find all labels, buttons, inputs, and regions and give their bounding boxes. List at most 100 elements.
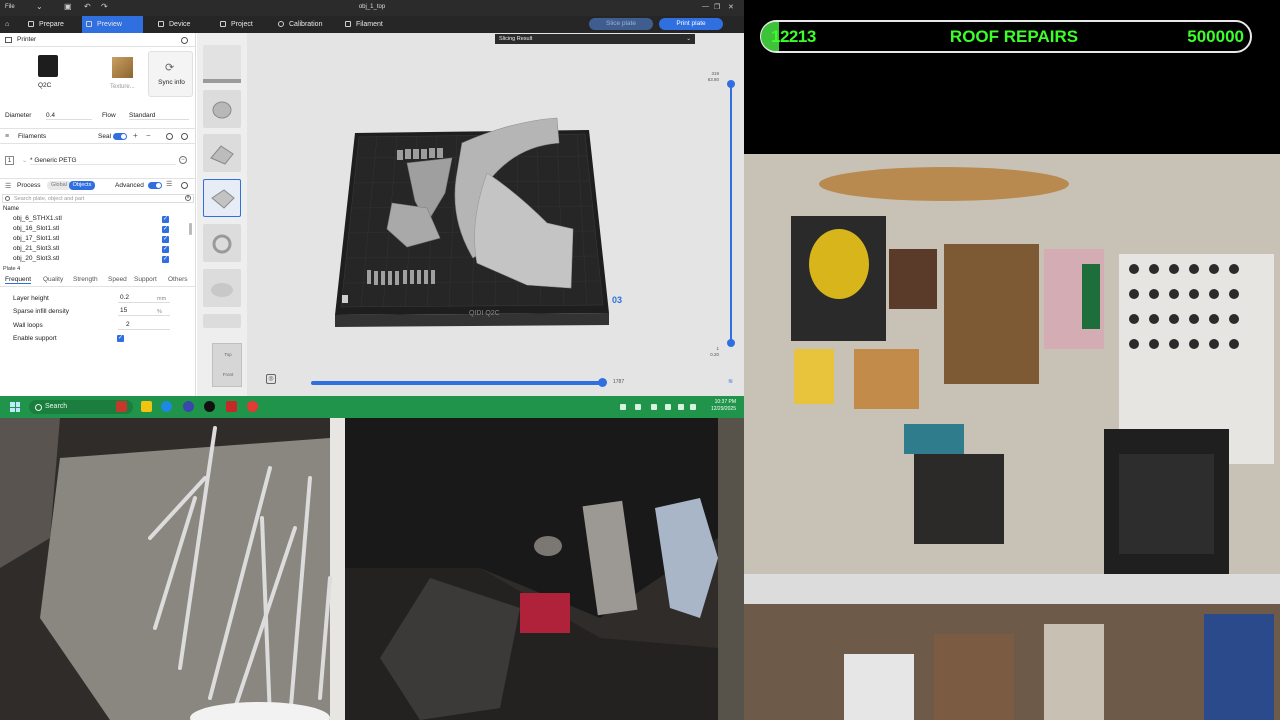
object-checkbox[interactable]: ✓ — [162, 236, 169, 243]
gear-icon[interactable] — [181, 37, 188, 44]
edge-browser-icon[interactable] — [161, 401, 172, 412]
volume-icon[interactable] — [690, 404, 696, 410]
diameter-select[interactable]: 0.4 — [46, 112, 92, 120]
printer-image[interactable] — [38, 55, 58, 77]
clear-icon[interactable]: × — [185, 195, 191, 201]
close-icon[interactable]: ✕ — [728, 3, 734, 11]
windows-start-icon[interactable] — [10, 402, 20, 412]
chrome-icon[interactable] — [247, 401, 258, 412]
list-item[interactable]: obj_17_Slot1.stl — [13, 235, 59, 242]
tab-project[interactable]: Project — [216, 16, 259, 33]
add-icon[interactable]: + — [133, 131, 138, 140]
plate-number[interactable]: 03 — [612, 295, 622, 305]
tab-others[interactable]: Others — [168, 276, 188, 283]
printer-header: Printer — [17, 36, 37, 43]
object-checkbox[interactable]: ✓ — [162, 256, 169, 263]
sync-icon: ⟳ — [165, 62, 175, 74]
list-item[interactable]: obj_16_Slot1.stl — [13, 225, 59, 232]
enable-support-checkbox[interactable]: ✓ — [117, 335, 124, 342]
slice-plate-button[interactable]: Slice plate — [589, 18, 653, 30]
remove-icon[interactable]: − — [146, 131, 151, 140]
home-icon[interactable]: ⌂ — [2, 16, 15, 33]
sync-info-button[interactable]: ⟳ Sync info — [148, 51, 193, 97]
list-item[interactable]: obj_6_STHX1.stl — [13, 215, 62, 222]
tab-frequent[interactable]: Frequent — [5, 276, 32, 284]
view-cube-front[interactable]: Front — [213, 372, 243, 377]
global-tab[interactable]: Global — [47, 181, 71, 190]
plate-thumbnail[interactable] — [203, 224, 241, 262]
tab-support[interactable]: Support — [134, 276, 157, 283]
tab-device[interactable]: Device — [154, 16, 196, 33]
wifi-icon[interactable] — [678, 404, 684, 410]
tab-calibration[interactable]: Calibration — [274, 16, 328, 33]
clock-time: 10:37 PM — [714, 399, 736, 405]
layer-slider-track[interactable] — [730, 83, 732, 345]
tray-app-icon[interactable] — [651, 404, 657, 410]
file-explorer-icon[interactable] — [141, 401, 152, 412]
plate-thumbnail[interactable] — [203, 269, 241, 307]
filament-select[interactable]: * Generic PETG — [30, 157, 176, 165]
scrollbar[interactable] — [189, 223, 192, 235]
sync-label: Sync info — [158, 79, 185, 86]
app-icon[interactable] — [183, 401, 194, 412]
wall-loops-input[interactable]: 2 — [118, 321, 170, 330]
print-plate-button[interactable]: Print plate — [659, 18, 723, 30]
objects-tab[interactable]: Objects — [69, 181, 95, 190]
layer-slider-top-handle[interactable] — [727, 80, 735, 88]
app-icon[interactable] — [226, 401, 237, 412]
tray-chevron-icon[interactable] — [620, 404, 626, 410]
plate-thumbnail[interactable] — [203, 314, 241, 328]
tab-prepare[interactable]: Prepare — [24, 16, 70, 33]
object-checkbox[interactable]: ✓ — [162, 226, 169, 233]
printer-icon — [5, 37, 12, 43]
tray-app-icon[interactable] — [665, 404, 671, 410]
plate-thumbnail[interactable] — [203, 134, 241, 172]
tab-preview[interactable]: Preview — [82, 16, 143, 33]
texture-label[interactable]: Texture... — [110, 84, 135, 90]
object-checkbox[interactable]: ✓ — [162, 246, 169, 253]
flow-select[interactable]: Standard — [129, 112, 189, 120]
gear-icon[interactable] — [166, 133, 173, 140]
plate-thumbnail[interactable] — [203, 45, 241, 83]
taskbar-clock[interactable]: 10:37 PM 12/29/2025 — [702, 399, 736, 413]
layer-slider-bottom-handle[interactable] — [727, 339, 735, 347]
tab-filament[interactable]: Filament — [341, 16, 389, 33]
tab-speed[interactable]: Speed — [108, 276, 127, 283]
minimize-icon[interactable]: — — [702, 3, 709, 10]
camera-view-icon[interactable]: ◎ — [266, 374, 276, 384]
app-icon[interactable] — [116, 401, 127, 412]
tab-strength[interactable]: Strength — [73, 276, 98, 283]
object-checkbox[interactable]: ✓ — [162, 216, 169, 223]
obs-icon[interactable] — [204, 401, 215, 412]
plate-thumbnail[interactable] — [203, 90, 241, 128]
chevron-down-icon[interactable]: ⌄ — [22, 157, 27, 164]
advanced-toggle[interactable] — [148, 182, 162, 189]
3d-viewport[interactable]: Slicing Result ⌄ QIDI Q2C 03 319 63.80 1… — [247, 33, 744, 396]
object-search[interactable]: Search plate, object and part × — [2, 194, 194, 203]
plate-thumbnail-selected[interactable] — [203, 179, 241, 217]
remove-filament-icon[interactable]: − — [179, 156, 187, 164]
view-cube[interactable]: Top Front — [212, 343, 242, 387]
filament-slot-number[interactable]: 1 — [5, 156, 14, 165]
advanced-label: Advanced — [115, 182, 144, 189]
seal-toggle[interactable] — [113, 133, 127, 140]
tab-quality[interactable]: Quality — [43, 276, 63, 283]
texture-image[interactable] — [112, 57, 133, 78]
gcode-move-handle[interactable] — [598, 378, 607, 387]
gcode-move-slider[interactable] — [311, 381, 603, 385]
layers-icon[interactable]: ≋ — [728, 378, 733, 385]
filaments-header: Filaments — [18, 133, 47, 140]
bed-brand: QIDI Q2C — [469, 310, 500, 317]
view-cube-top[interactable]: Top — [213, 352, 243, 357]
prepare-icon — [28, 21, 34, 27]
settings-icon[interactable] — [181, 133, 188, 140]
gear-icon[interactable] — [181, 182, 188, 189]
printer-name[interactable]: Q2C — [38, 82, 51, 89]
list-item[interactable]: obj_21_Slot3.stl — [13, 245, 59, 252]
tray-app-icon[interactable] — [635, 404, 641, 410]
list-item[interactable]: obj_20_Slot3.stl — [13, 255, 59, 262]
maximize-icon[interactable]: ❐ — [714, 3, 720, 11]
plate-label[interactable]: Plate 4 — [3, 266, 20, 272]
sparse-infill-input[interactable]: 15 — [118, 307, 170, 316]
list-icon[interactable]: ☰ — [166, 180, 172, 188]
